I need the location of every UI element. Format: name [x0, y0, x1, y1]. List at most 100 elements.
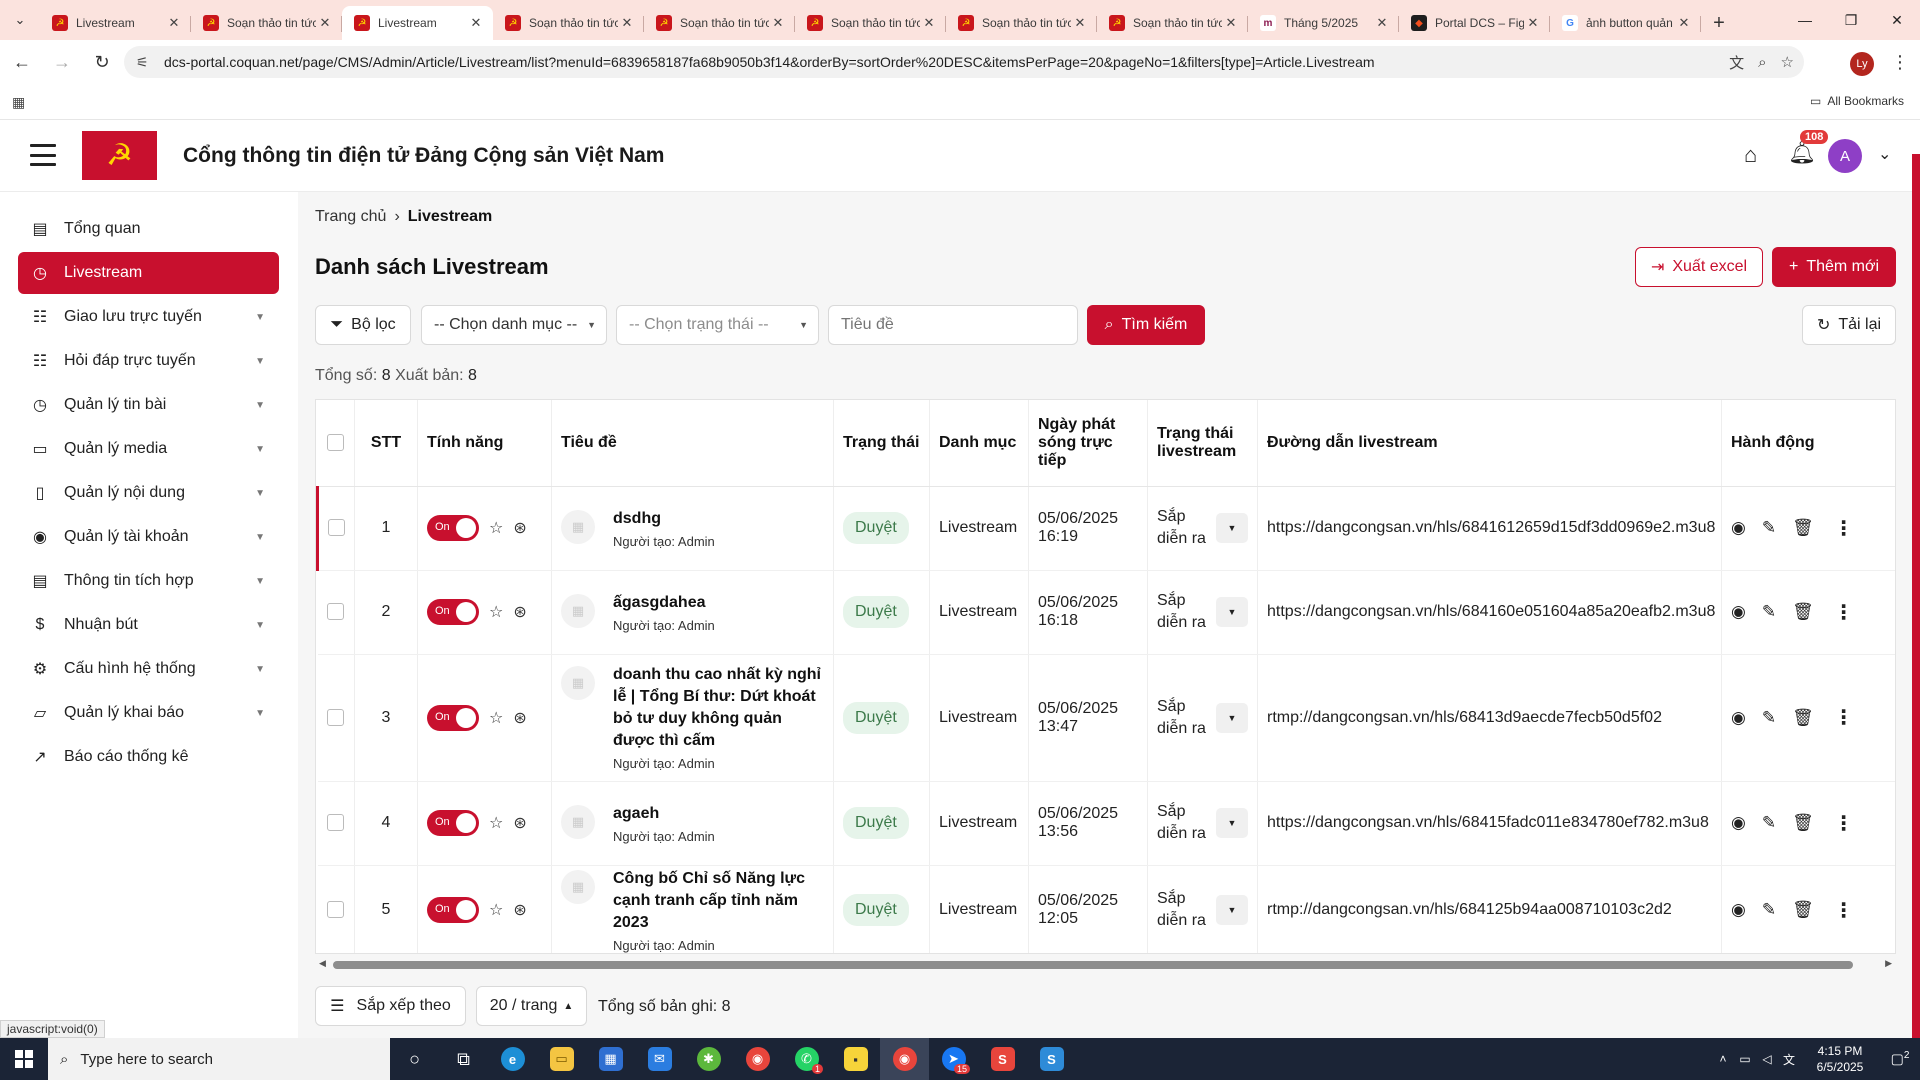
language-icon[interactable]: 文: [1778, 1051, 1800, 1068]
edit-pencil-icon[interactable]: ✎: [1762, 900, 1776, 920]
row-checkbox[interactable]: [327, 814, 345, 832]
all-bookmarks[interactable]: ▭ All Bookmarks: [1810, 94, 1904, 108]
sublime-icon[interactable]: S: [978, 1038, 1027, 1080]
s-app-icon[interactable]: S: [1027, 1038, 1076, 1080]
per-page-select[interactable]: 20 / trang ▲: [476, 986, 587, 1026]
browser-tab[interactable]: ☭ Livestream ✕: [342, 6, 493, 40]
cortana-icon[interactable]: ○: [390, 1038, 439, 1080]
sidebar-item[interactable]: ▱ Quản lý khai báo ▼: [18, 692, 279, 734]
eye-icon[interactable]: ◉: [1731, 708, 1746, 728]
breadcrumb-home[interactable]: Trang chủ: [315, 208, 386, 226]
browser-tab[interactable]: ☭ Livestream ✕: [40, 6, 191, 40]
star-icon[interactable]: ☆: [489, 900, 503, 920]
livestream-status-dropdown[interactable]: ▼: [1216, 597, 1248, 627]
more-vertical-icon[interactable]: ⋮: [1834, 516, 1854, 541]
feature-badge-icon[interactable]: ⊛: [513, 602, 526, 622]
translate-icon[interactable]: 文: [1729, 52, 1744, 73]
star-icon[interactable]: ☆: [489, 602, 503, 622]
browser-tab[interactable]: ☭ Soạn thảo tin tức ✕: [191, 6, 342, 40]
sidebar-item[interactable]: $ Nhuận bút ▼: [18, 604, 279, 646]
more-vertical-icon[interactable]: ⋮: [1834, 705, 1854, 730]
row-checkbox[interactable]: [327, 603, 345, 621]
bookmark-star-icon[interactable]: ☆: [1781, 53, 1794, 71]
sidebar-item[interactable]: ☷ Giao lưu trực tuyến ▼: [18, 296, 279, 338]
user-avatar[interactable]: A: [1828, 139, 1862, 173]
more-vertical-icon[interactable]: ⋮: [1834, 600, 1854, 625]
trash-icon[interactable]: 🗑︎: [1792, 518, 1814, 538]
category-select[interactable]: -- Chọn danh mục -- ▼: [421, 305, 607, 345]
close-tab-icon[interactable]: ✕: [618, 15, 636, 31]
tray-chevron-icon[interactable]: ˄: [1712, 1052, 1734, 1066]
scroll-right-icon[interactable]: ▶: [1885, 958, 1892, 969]
sidebar-item[interactable]: ▭ Quản lý media ▼: [18, 428, 279, 470]
forward-icon[interactable]: →: [44, 44, 80, 80]
browser-tab[interactable]: m Tháng 5/2025 ✕: [1248, 6, 1399, 40]
volume-icon[interactable]: ◁: [1756, 1052, 1778, 1066]
scroll-left-icon[interactable]: ◀: [319, 958, 326, 969]
row-checkbox[interactable]: [327, 901, 345, 919]
export-excel-button[interactable]: ⇥ Xuất excel: [1635, 247, 1763, 287]
windows-start-icon[interactable]: [0, 1038, 48, 1080]
browser-tab[interactable]: ☭ Soạn thảo tin tức ✕: [644, 6, 795, 40]
eye-icon[interactable]: ◉: [1731, 518, 1746, 538]
whatsapp-icon[interactable]: ✆ 1: [782, 1038, 831, 1080]
home-icon[interactable]: ⌂: [1744, 142, 1757, 168]
livestream-status-dropdown[interactable]: ▼: [1216, 513, 1248, 543]
sidebar-item[interactable]: ◉ Quản lý tài khoản ▼: [18, 516, 279, 558]
sidebar-item[interactable]: ▤ Thông tin tích hợp ▼: [18, 560, 279, 602]
browser-profile-avatar[interactable]: Ly: [1850, 52, 1874, 76]
sidebar-item[interactable]: ▯ Quản lý nội dung ▼: [18, 472, 279, 514]
mail-icon[interactable]: ✉: [635, 1038, 684, 1080]
new-tab-button[interactable]: +: [1701, 6, 1737, 40]
close-tab-icon[interactable]: ✕: [467, 15, 485, 31]
reload-button[interactable]: ↻ Tải lại: [1802, 305, 1896, 345]
page-scrollbar[interactable]: [1912, 154, 1920, 1038]
close-tab-icon[interactable]: ✕: [769, 15, 787, 31]
sidebar-item[interactable]: ☷ Hỏi đáp trực tuyến ▼: [18, 340, 279, 382]
task-view-icon[interactable]: ⧉: [439, 1038, 488, 1080]
horizontal-scrollbar[interactable]: ◀ ▶: [315, 958, 1896, 972]
chrome-icon[interactable]: ◉: [733, 1038, 782, 1080]
tab-search-icon[interactable]: ⌄: [0, 0, 40, 40]
edit-pencil-icon[interactable]: ✎: [1762, 602, 1776, 622]
scrollbar-thumb[interactable]: [333, 961, 1853, 969]
livestream-status-dropdown[interactable]: ▼: [1216, 808, 1248, 838]
taskbar-clock[interactable]: 4:15 PM 6/5/2025: [1800, 1043, 1880, 1075]
close-tab-icon[interactable]: ✕: [1524, 15, 1542, 31]
browser-tab[interactable]: ☭ Soạn thảo tin tức ✕: [493, 6, 644, 40]
sidebar-item[interactable]: ↗ Báo cáo thống kê: [18, 736, 279, 778]
publish-toggle[interactable]: On: [427, 897, 479, 923]
row-checkbox[interactable]: [328, 519, 345, 537]
chrome-profile-icon[interactable]: ◉: [880, 1038, 929, 1080]
publish-toggle[interactable]: On: [427, 704, 479, 731]
browser-tab[interactable]: ☭ Soạn thảo tin tức ✕: [946, 6, 1097, 40]
close-tab-icon[interactable]: ✕: [1222, 15, 1240, 31]
edge-icon[interactable]: e: [488, 1038, 537, 1080]
close-tab-icon[interactable]: ✕: [165, 15, 183, 31]
title-search-input[interactable]: [828, 305, 1078, 345]
publish-toggle[interactable]: On: [427, 515, 479, 541]
store-icon[interactable]: ▦: [586, 1038, 635, 1080]
eye-icon[interactable]: ◉: [1731, 602, 1746, 622]
edit-pencil-icon[interactable]: ✎: [1762, 518, 1776, 538]
add-new-button[interactable]: + Thêm mới: [1772, 247, 1896, 287]
chevron-down-icon[interactable]: ⌄: [1878, 144, 1891, 164]
browser-tab[interactable]: ☭ Soạn thảo tin tức ✕: [1097, 6, 1248, 40]
sidebar-item[interactable]: ▤ Tổng quan: [18, 208, 279, 250]
apps-grid-icon[interactable]: ▦: [12, 94, 25, 111]
livestream-status-dropdown[interactable]: ▼: [1216, 702, 1248, 733]
file-explorer-icon[interactable]: ▭: [537, 1038, 586, 1080]
filter-button[interactable]: ⏷ Bộ lọc: [315, 305, 411, 345]
reload-page-icon[interactable]: ↻: [84, 44, 120, 80]
close-tab-icon[interactable]: ✕: [920, 15, 938, 31]
close-tab-icon[interactable]: ✕: [316, 15, 334, 31]
edit-pencil-icon[interactable]: ✎: [1762, 813, 1776, 833]
network-icon[interactable]: ▭: [1734, 1052, 1756, 1066]
row-checkbox[interactable]: [327, 708, 345, 726]
sidebar-item[interactable]: ◷ Quản lý tin bài ▼: [18, 384, 279, 426]
more-vertical-icon[interactable]: ⋮: [1834, 811, 1854, 836]
close-window-icon[interactable]: ✕: [1874, 0, 1920, 40]
eye-icon[interactable]: ◉: [1731, 900, 1746, 920]
edit-pencil-icon[interactable]: ✎: [1762, 708, 1776, 728]
sticky-notes-icon[interactable]: ▪: [831, 1038, 880, 1080]
